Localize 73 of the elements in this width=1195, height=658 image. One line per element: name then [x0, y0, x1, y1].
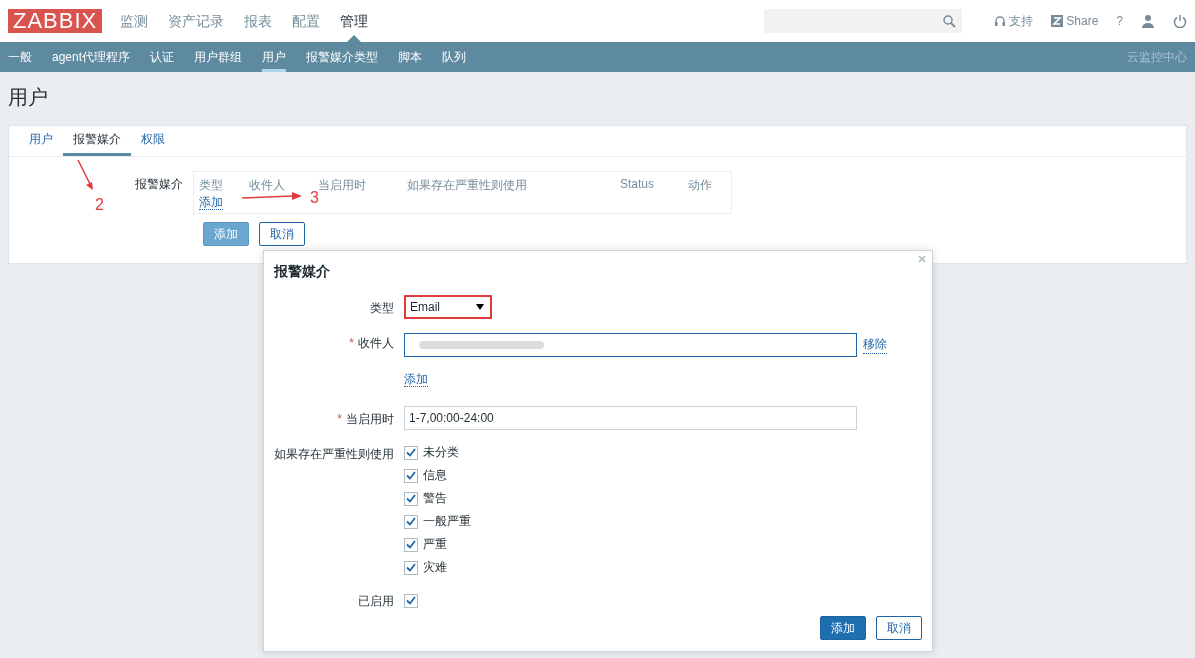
recipient-field[interactable]: [404, 333, 857, 357]
form-button[interactable]: 取消: [259, 222, 305, 246]
add-link[interactable]: 添加: [404, 372, 428, 387]
required-mark: *: [337, 412, 342, 426]
z-logo-icon: [1051, 15, 1064, 27]
user-link[interactable]: [1141, 14, 1155, 28]
checkbox[interactable]: [404, 468, 418, 483]
logo[interactable]: ZABBIX: [8, 9, 103, 33]
field-label: 如果存在严重性则使用: [274, 447, 394, 461]
checkbox[interactable]: [404, 491, 418, 506]
power-icon: [1173, 14, 1187, 28]
subnav-item[interactable]: 队列: [442, 42, 467, 72]
dialog-button[interactable]: 取消: [876, 616, 922, 640]
remove-link[interactable]: 移除: [863, 336, 887, 354]
annotation-number: 3: [310, 189, 319, 207]
column-header: 当启用时: [318, 177, 367, 192]
cloud-link[interactable]: 云监控中心: [1127, 42, 1187, 72]
help-link[interactable]: ?: [1116, 14, 1123, 28]
headset-icon: [994, 15, 1007, 27]
form-button[interactable]: 添加: [203, 222, 249, 246]
checkbox-label: 信息: [423, 467, 447, 484]
field-label: 报警媒介: [135, 177, 183, 191]
field-label: 类型: [370, 301, 394, 315]
when-active-field[interactable]: 1-7,00:00-24:00: [404, 406, 857, 430]
search-icon: [943, 14, 957, 28]
support-link[interactable]: 支持: [994, 12, 1034, 30]
subnav-item[interactable]: agent代理程序: [52, 42, 131, 72]
annotation-number: 2: [95, 196, 104, 214]
subnav-item[interactable]: 一般: [8, 42, 32, 72]
tab[interactable]: 报警媒介: [63, 126, 131, 156]
checkbox-label: 警告: [423, 490, 447, 507]
column-header: 动作: [688, 177, 713, 194]
subnav-item[interactable]: 脚本: [398, 42, 423, 72]
field-label: 收件人: [358, 336, 394, 350]
subnav-item[interactable]: 用户: [262, 42, 287, 72]
subnav-item[interactable]: 认证: [150, 42, 175, 72]
subnav-item[interactable]: 用户群组: [194, 42, 243, 72]
subnav-item[interactable]: 报警媒介类型: [306, 42, 379, 72]
checkbox-label: 严重: [423, 536, 447, 553]
required-mark: *: [349, 336, 354, 350]
annotation-arrow: [76, 158, 96, 192]
menu-item[interactable]: 配置: [292, 0, 321, 42]
field-label: 已启用: [358, 594, 394, 608]
checkbox[interactable]: [404, 514, 418, 529]
checkbox-label: 一般严重: [423, 513, 471, 530]
user-icon: [1141, 14, 1155, 28]
checkbox[interactable]: [404, 445, 418, 460]
column-header: 收件人: [249, 177, 286, 194]
checkbox[interactable]: [404, 537, 418, 552]
column-header: Status: [620, 177, 656, 193]
column-header: 如果存在严重性则使用: [407, 177, 528, 194]
tab[interactable]: 权限: [131, 126, 175, 156]
menu-item[interactable]: 资产记录: [168, 0, 225, 42]
checkbox[interactable]: [404, 560, 418, 575]
menu-item[interactable]: 报表: [244, 0, 273, 42]
checkbox[interactable]: [404, 593, 418, 608]
tab[interactable]: 用户: [19, 126, 63, 156]
page-title: 用户: [8, 85, 49, 110]
field-label: 当启用时: [346, 412, 394, 426]
menu-item[interactable]: 监测: [120, 0, 149, 42]
search-field[interactable]: [764, 9, 963, 33]
add-link[interactable]: 添加: [199, 195, 223, 210]
type-select[interactable]: Email: [404, 295, 492, 319]
menu-item[interactable]: 管理: [340, 0, 369, 42]
annotation-arrow: [241, 192, 303, 202]
logout-link[interactable]: [1173, 14, 1187, 28]
dialog-title: 报警媒介: [274, 263, 331, 281]
dialog-button[interactable]: 添加: [820, 616, 866, 640]
caret-icon: [476, 304, 484, 310]
checkbox-label: 未分类: [423, 444, 459, 461]
checkbox-label: 灾难: [423, 559, 447, 576]
share-link[interactable]: Share: [1051, 14, 1099, 28]
column-header: 类型: [199, 177, 224, 194]
